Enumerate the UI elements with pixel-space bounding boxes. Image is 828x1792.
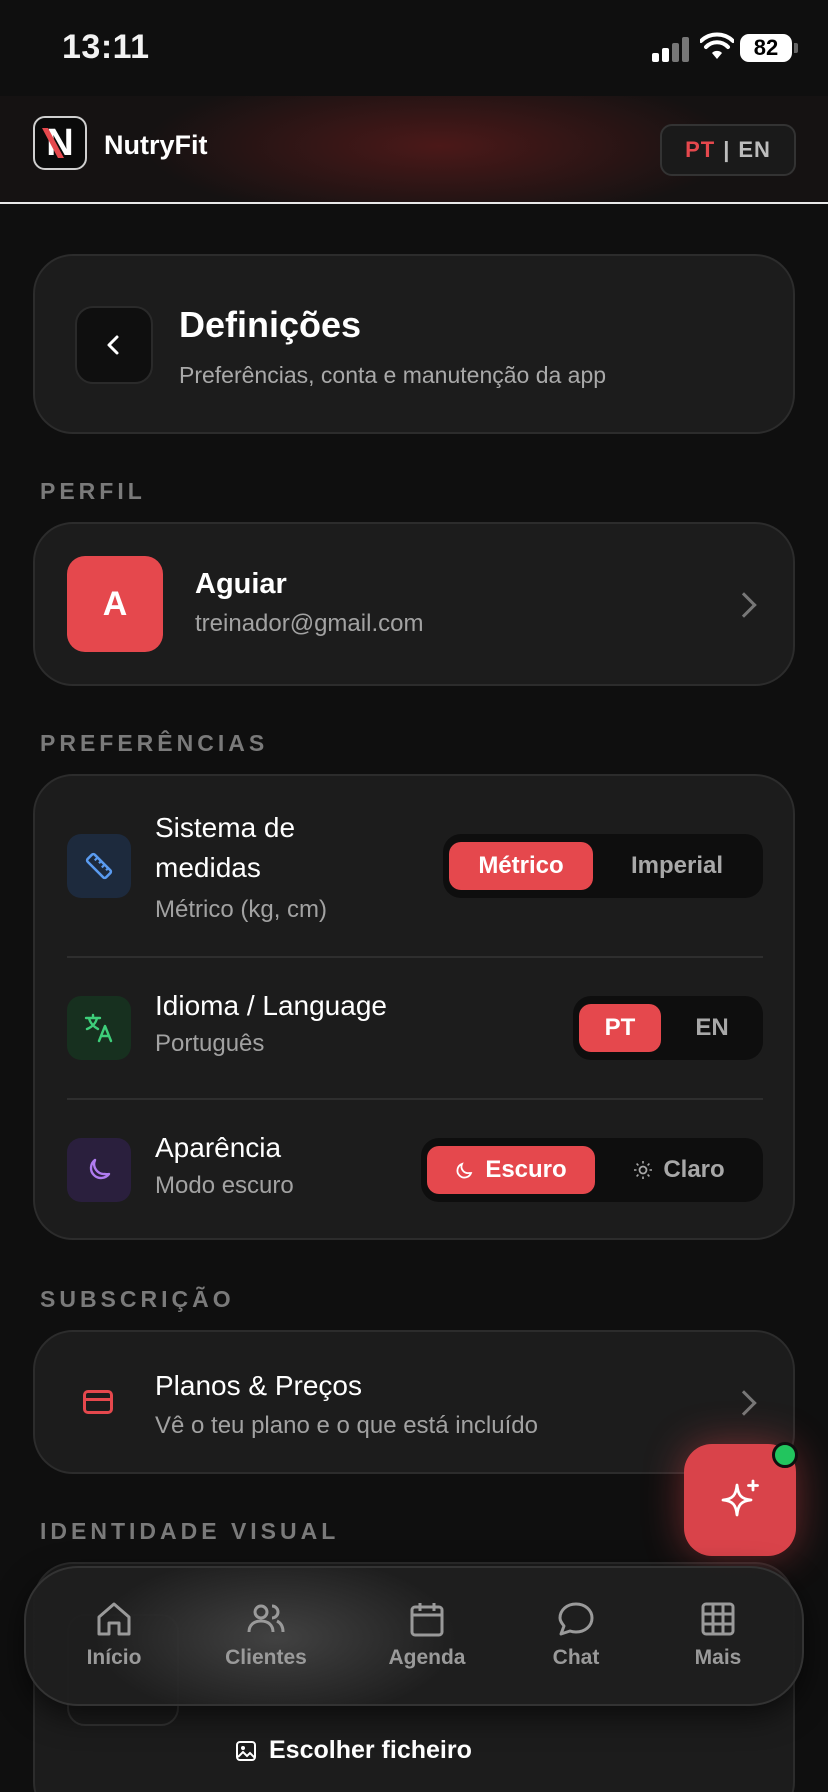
profile-email: treinador@gmail.com: [195, 610, 424, 637]
appearance-option-light[interactable]: Claro: [601, 1146, 757, 1194]
pref-language-title: Idioma / Language: [155, 990, 387, 1021]
nav-item-chat[interactable]: Chat: [516, 1598, 636, 1670]
chevron-right-icon: [731, 592, 757, 618]
plans-subtitle: Vê o teu plano e o que está incluído: [155, 1412, 538, 1439]
sparkles-icon: [721, 1479, 759, 1517]
language-segmented-control[interactable]: PT EN: [573, 996, 763, 1060]
app-logo: N: [33, 116, 87, 170]
page-title: Definições: [179, 304, 362, 345]
section-label-visual-identity: IDENTIDADE VISUAL: [40, 1518, 340, 1544]
nav-item-agenda[interactable]: Agenda: [367, 1598, 487, 1670]
nav-label-mais: Mais: [694, 1646, 742, 1669]
ruler-icon: [67, 834, 131, 898]
page-header-card: Definições Preferências, conta e manuten…: [33, 254, 795, 434]
units-segmented-control[interactable]: Métrico Imperial: [443, 834, 763, 898]
bottom-navigation: Início Clientes Agenda Chat Mais: [24, 1566, 804, 1706]
nav-label-inicio: Início: [86, 1646, 142, 1669]
pref-appearance-subtitle: Modo escuro: [155, 1172, 294, 1199]
pref-language-subtitle: Português: [155, 1030, 265, 1057]
app-header: N NutryFit PT | EN: [0, 96, 828, 204]
chevron-left-icon: [107, 335, 119, 355]
pref-units-subtitle: Métrico (kg, cm): [155, 896, 328, 923]
nav-item-mais[interactable]: Mais: [658, 1598, 778, 1670]
choose-file-label: Escolher ficheiro: [269, 1736, 472, 1764]
wifi-icon: [700, 32, 734, 59]
credit-card-icon: [83, 1390, 113, 1414]
users-icon: [247, 1604, 285, 1633]
nav-label-clientes: Clientes: [225, 1646, 307, 1669]
units-option-metric[interactable]: Métrico: [449, 842, 593, 890]
moon-icon: [456, 1162, 473, 1179]
section-label-subscription: SUBSCRIÇÃO: [40, 1286, 235, 1312]
profile-card[interactable]: A Aguiar treinador@gmail.com: [33, 522, 795, 686]
chat-bubble-icon: [558, 1602, 594, 1636]
appearance-option-light-label: Claro: [663, 1156, 725, 1183]
online-status-dot: [772, 1442, 798, 1468]
language-option-pt[interactable]: PT: [579, 1004, 661, 1052]
section-label-preferences: PREFERÊNCIAS: [40, 730, 269, 756]
pref-units-title: Sistema de medidas: [155, 812, 296, 883]
plans-title: Planos & Preços: [155, 1370, 362, 1401]
divider: [67, 1098, 763, 1100]
grid-icon: [701, 1602, 735, 1636]
status-bar: 13:11 82: [0, 0, 828, 96]
appearance-option-dark[interactable]: Escuro: [427, 1146, 595, 1194]
status-time: 13:11: [62, 28, 150, 66]
lang-separator: |: [723, 137, 731, 162]
units-option-imperial[interactable]: Imperial: [599, 842, 755, 890]
back-button[interactable]: [75, 306, 153, 384]
profile-name: Aguiar: [195, 568, 287, 600]
nav-label-agenda: Agenda: [388, 1646, 466, 1669]
page-subtitle: Preferências, conta e manutenção da app: [179, 362, 607, 388]
language-option-en[interactable]: EN: [667, 1004, 757, 1052]
nav-label-chat: Chat: [552, 1646, 600, 1669]
moon-icon: [67, 1138, 131, 1202]
translate-icon: [67, 996, 131, 1060]
sun-icon: [634, 1161, 653, 1179]
nav-item-clientes[interactable]: Clientes: [206, 1598, 326, 1670]
preferences-card: Sistema de medidas Métrico (kg, cm) Métr…: [33, 774, 795, 1240]
image-icon: [236, 1740, 256, 1761]
plans-pricing-card[interactable]: Planos & Preços Vê o teu plano e o que e…: [33, 1330, 795, 1474]
choose-file-button[interactable]: Escolher ficheiro: [235, 1736, 472, 1765]
avatar: A: [67, 556, 163, 652]
appearance-segmented-control[interactable]: Escuro Claro: [421, 1138, 763, 1202]
divider: [67, 956, 763, 958]
language-toggle[interactable]: PT | EN: [660, 124, 796, 176]
cellular-signal-icon: [652, 36, 692, 62]
lang-pt[interactable]: PT: [685, 137, 715, 163]
nav-item-inicio[interactable]: Início: [54, 1598, 174, 1670]
lang-en[interactable]: EN: [738, 137, 771, 163]
home-icon: [97, 1602, 131, 1636]
chevron-right-icon: [731, 1390, 757, 1416]
brand-name: NutryFit: [104, 130, 208, 160]
battery-indicator: 82: [740, 34, 798, 62]
section-label-profile: PERFIL: [40, 478, 146, 504]
pref-appearance-title: Aparência: [155, 1132, 282, 1163]
appearance-option-dark-label: Escuro: [485, 1156, 567, 1183]
calendar-icon: [410, 1603, 444, 1637]
